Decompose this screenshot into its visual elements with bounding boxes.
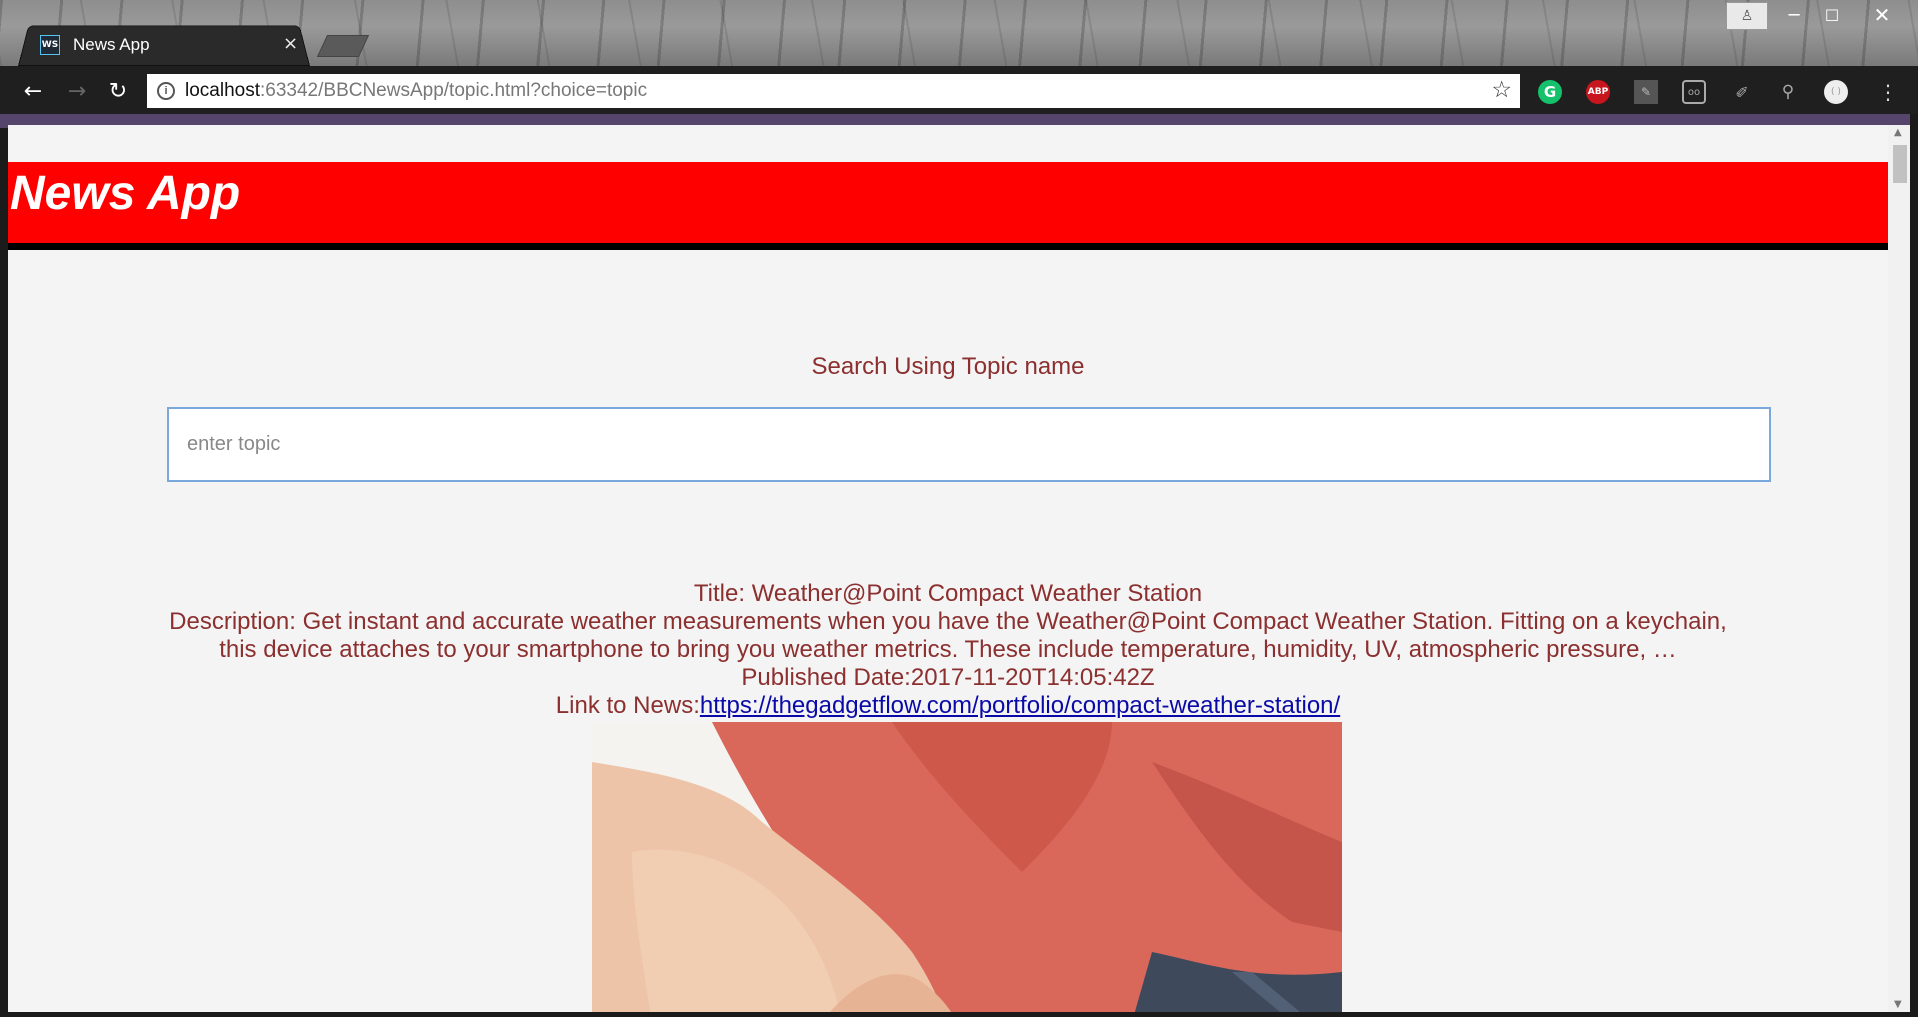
app-title: News App [10,167,241,220]
article-title-line: Title: Weather@Point Compact Weather Sta… [693,580,1203,607]
article-description-line: Description: Get instant and accurate we… [169,608,1727,663]
reload-icon[interactable]: ↻ [103,78,133,104]
address-bar[interactable]: i localhost:63342/BBCNewsApp/topic.html?… [147,74,1520,108]
article-link-line: Link to News:https://thegadgetflow.com/p… [555,692,1341,719]
bookmark-star-icon[interactable]: ☆ [1491,77,1512,103]
minimize-icon[interactable]: ─ [1778,4,1810,26]
user-profile-icon[interactable]: ♙ [1726,2,1768,30]
topic-search-input[interactable] [167,407,1771,482]
app-header: News App [8,162,1888,250]
article: Title: Weather@Point Compact Weather Sta… [8,580,1888,720]
scroll-thumb[interactable] [1893,145,1907,183]
maximize-icon[interactable]: ☐ [1816,4,1848,26]
vertical-scrollbar[interactable]: ▲ ▼ [1888,125,1910,1012]
profile-circle-icon[interactable]: ( ) [1824,80,1848,104]
window-frame-right [1910,114,1918,1017]
forward-arrow-icon[interactable]: → [62,78,92,104]
article-title: Weather@Point Compact Weather Station [751,580,1203,607]
tab-close-icon[interactable]: × [283,33,298,54]
window-frame-bottom [0,1012,1918,1017]
screen-recorder-icon[interactable]: oo [1682,80,1706,104]
grammarly-icon[interactable]: G [1538,80,1562,104]
article-description: Get instant and accurate weather measure… [219,608,1727,663]
pen-icon[interactable]: ✐ [1730,80,1754,104]
back-arrow-icon[interactable]: ← [18,78,48,104]
article-published-line: Published Date:2017-11-20T14:05:42Z [741,664,1155,691]
article-link[interactable]: https://thegadgetflow.com/portfolio/comp… [700,692,1340,719]
window-titlebar: WS News App × ♙ ─ ☐ ✕ [0,0,1918,66]
scroll-up-arrow-icon[interactable]: ▲ [1894,127,1902,138]
browser-toolbar: ← → ↻ i localhost:63342/BBCNewsApp/topic… [0,66,1918,114]
menu-icon[interactable]: ⋮ [1876,80,1900,104]
scroll-down-arrow-icon[interactable]: ▼ [1894,999,1902,1010]
article-image [592,722,1342,1012]
info-icon[interactable]: i [157,82,175,100]
search-icon[interactable]: ⚲ [1776,80,1800,104]
url-text[interactable]: localhost:63342/BBCNewsApp/topic.html?ch… [185,80,647,102]
article-photo [592,722,1342,1012]
page-viewport: News App Search Using Topic name Title: … [8,125,1888,1012]
webstorm-favicon-icon: WS [40,35,60,55]
window-close-icon[interactable]: ✕ [1864,3,1900,27]
article-published-date: 2017-11-20T14:05:42Z [910,664,1155,691]
search-label: Search Using Topic name [811,353,1085,380]
tab-title: News App [73,35,150,54]
tab-content[interactable]: WS News App [40,30,150,60]
adblock-plus-icon[interactable]: ABP [1586,80,1610,104]
pdf-icon[interactable]: ✎ [1634,80,1658,104]
